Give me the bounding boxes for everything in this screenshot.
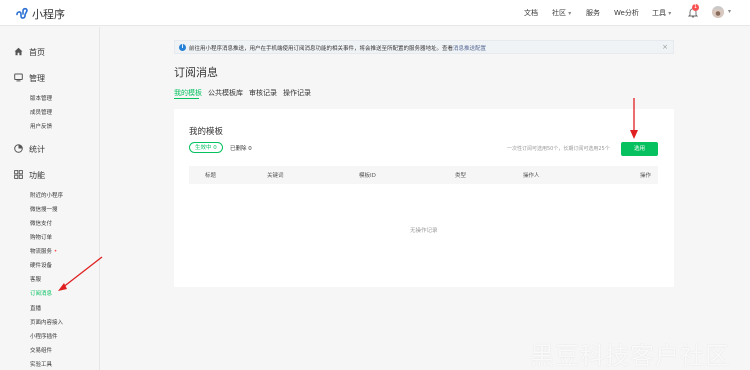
sidebar-item-trade[interactable]: 交易组件 — [30, 346, 52, 354]
top-bar: 小程序 文档 社区 ▾ 服务 We分析 工具 ▾ 1 ▾ — [0, 0, 750, 26]
notice-link[interactable]: 消息推送配置 — [453, 46, 486, 52]
avatar[interactable] — [712, 6, 724, 18]
sidebar-item-label: 物流服务 — [30, 249, 53, 255]
select-template-button[interactable]: 选用 — [621, 142, 658, 156]
sidebar-item-pay[interactable]: 微信支付 — [30, 219, 52, 227]
column-header: 关键词 — [267, 173, 284, 179]
app-name[interactable]: 小程序 — [32, 6, 65, 22]
deleted-filter[interactable]: 已删除 0 — [230, 144, 252, 152]
column-header: 标题 — [205, 173, 217, 179]
tab-public-library[interactable]: 公共模板库 — [208, 88, 243, 98]
nav-tools-label: 工具 — [652, 9, 666, 17]
sidebar-item-label: 统计 — [29, 145, 45, 154]
sidebar-item-version[interactable]: 版本管理 — [30, 94, 52, 102]
sidebar-section-label: 管理 — [29, 74, 45, 83]
notice-text: 前往用小程序消息推送，用户在手机端使用订阅消息功能的相关事件，将会推送至所配置的… — [189, 44, 486, 52]
grid-icon — [14, 170, 23, 179]
column-header: 模板ID — [359, 173, 376, 179]
column-header: 操作人 — [523, 173, 540, 179]
sidebar-item-search[interactable]: 微信搜一搜 — [30, 205, 58, 213]
tab-my-templates[interactable]: 我的模板 — [174, 88, 202, 98]
nav-community[interactable]: 社区 ▾ — [552, 8, 571, 18]
monitor-icon — [14, 73, 23, 82]
tab-review-records[interactable]: 审核记录 — [249, 88, 277, 98]
sidebar-item-logistics[interactable]: 物流服务 • — [30, 247, 57, 255]
watermark: 黑豆科技客户社区 — [530, 342, 730, 370]
nav-docs[interactable]: 文档 — [524, 8, 538, 18]
sidebar: 首页 管理 版本管理 成员管理 用户反馈 统计 功能 附近的小程序 微信搜一搜 … — [0, 27, 100, 370]
in-use-filter[interactable]: 生效中 0 — [189, 142, 223, 153]
notice-message: 前往用小程序消息推送，用户在手机端使用订阅消息功能的相关事件，将会推送至所配置的… — [189, 46, 454, 52]
sidebar-item-members[interactable]: 成员管理 — [30, 108, 52, 116]
sidebar-section-manage[interactable]: 管理 — [14, 73, 45, 84]
sidebar-item-stats[interactable]: 统计 — [14, 144, 45, 155]
sidebar-item-hardware[interactable]: 硬件设备 — [30, 261, 52, 269]
nav-tools[interactable]: 工具 ▾ — [652, 8, 671, 18]
sidebar-item-live[interactable]: 直播 — [30, 304, 41, 312]
active-tab-indicator — [174, 98, 199, 99]
close-icon[interactable]: × — [662, 43, 668, 51]
page-title: 订阅消息 — [174, 66, 218, 79]
column-header: 类型 — [455, 173, 467, 179]
pie-chart-icon — [14, 144, 23, 153]
red-dot-indicator: • — [53, 248, 58, 255]
sidebar-item-customer-service[interactable]: 客服 — [30, 275, 41, 283]
user-avatar-icon — [712, 9, 724, 18]
table-header: 标题 关键词 模板ID 类型 操作人 操作 — [189, 166, 658, 184]
sidebar-item-subscribe[interactable]: 订阅消息 — [30, 289, 52, 297]
nav-community-label: 社区 — [552, 9, 566, 17]
sidebar-section-features[interactable]: 功能 — [14, 170, 45, 181]
notification-badge: 1 — [692, 4, 699, 11]
chevron-down-icon: ▾ — [568, 10, 572, 17]
tab-operation-records[interactable]: 操作记录 — [283, 88, 311, 98]
home-icon — [14, 47, 23, 56]
miniprogram-logo-icon[interactable] — [14, 5, 30, 21]
chevron-down-icon[interactable]: ▾ — [728, 8, 731, 15]
templates-card: 我的模板 生效中 0 已删除 0 一次性订阅可选用50个，长期订阅可选用25个 … — [174, 109, 674, 287]
chevron-down-icon: ▾ — [668, 10, 672, 17]
sidebar-item-orders[interactable]: 购物订单 — [30, 233, 52, 241]
nav-analysis[interactable]: We分析 — [614, 8, 639, 18]
sidebar-item-feedback[interactable]: 用户反馈 — [30, 122, 52, 130]
sidebar-section-label: 功能 — [29, 171, 45, 180]
notice-bar: i 前往用小程序消息推送，用户在手机端使用订阅消息功能的相关事件，将会推送至所配… — [174, 40, 674, 54]
limit-hint: 一次性订阅可选用50个，长期订阅可选用25个 — [507, 146, 610, 152]
info-icon: i — [179, 44, 186, 51]
sidebar-item-lab[interactable]: 实验工具 — [30, 360, 52, 368]
card-title: 我的模板 — [189, 127, 224, 137]
column-header: 操作 — [640, 173, 652, 179]
empty-state: 无操作记录 — [410, 228, 438, 234]
sidebar-item-nearby[interactable]: 附近的小程序 — [30, 191, 63, 199]
sidebar-item-plugins[interactable]: 小程序插件 — [30, 332, 58, 340]
sidebar-item-home[interactable]: 首页 — [14, 47, 45, 58]
nav-service[interactable]: 服务 — [586, 8, 600, 18]
sidebar-item-label: 首页 — [29, 48, 45, 57]
sidebar-item-content[interactable]: 页面内容接入 — [30, 318, 63, 326]
